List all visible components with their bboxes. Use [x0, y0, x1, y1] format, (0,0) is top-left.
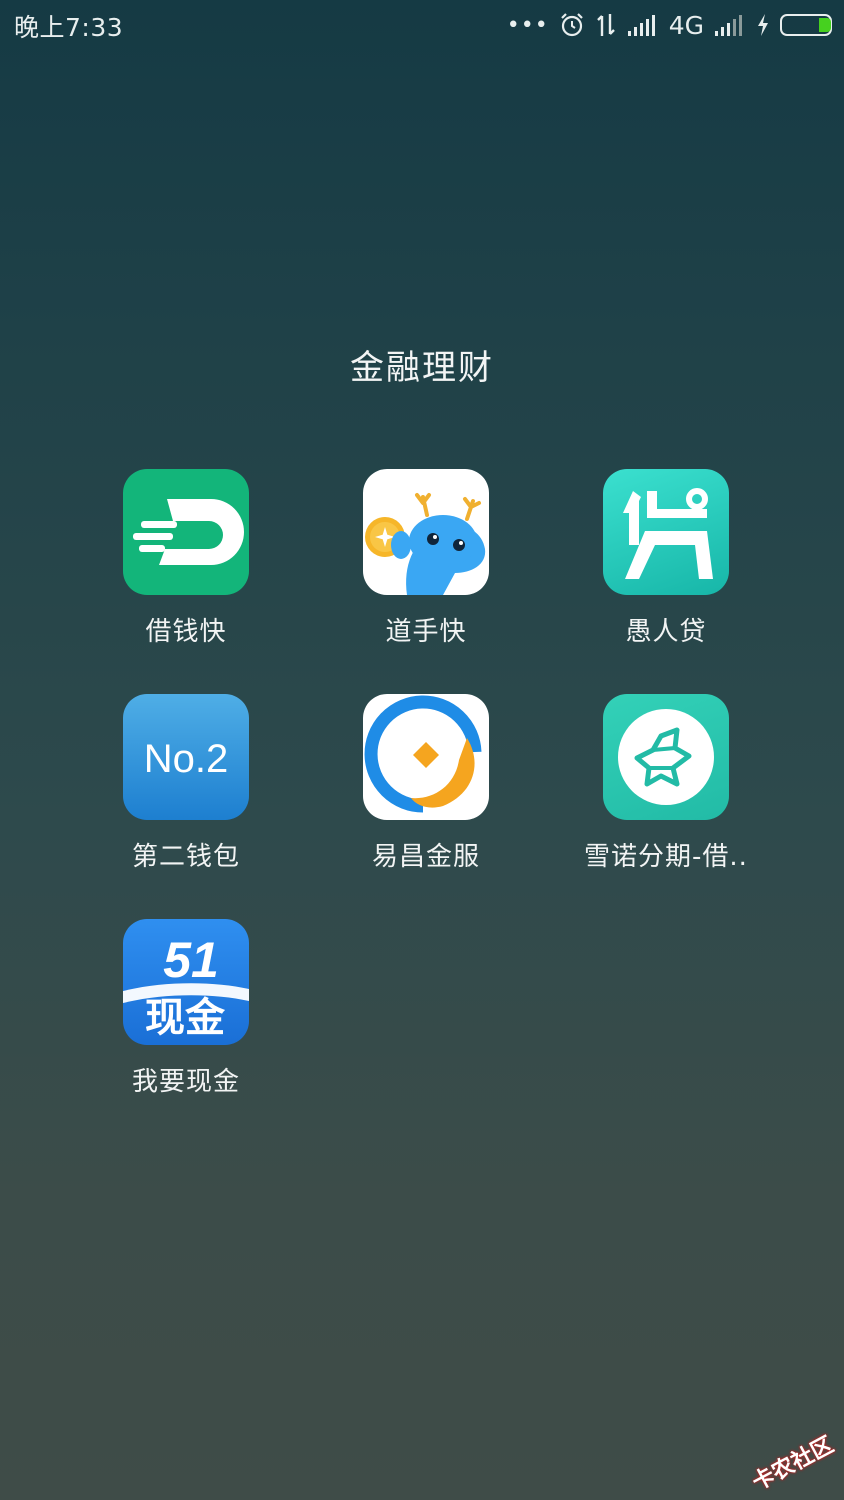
folder-title[interactable]: 金融理财	[0, 340, 844, 389]
app-yichangjinfu[interactable]: 易昌金服	[326, 694, 526, 873]
battery-icon	[780, 14, 832, 36]
charging-icon	[758, 14, 768, 36]
jieqiankuai-app-icon[interactable]	[123, 469, 249, 595]
app-label: 第二钱包	[131, 842, 240, 872]
watermark-logo: 卡农社区	[748, 1432, 838, 1496]
app-label: 易昌金服	[371, 842, 480, 872]
network-type: 4G	[668, 10, 704, 40]
app-label: 我要现金	[131, 1067, 240, 1097]
app-label: 道手快	[385, 617, 467, 647]
yurendai-app-icon[interactable]	[603, 469, 729, 595]
app-woyaoxianjin[interactable]: 51 现金 我要现金	[86, 919, 286, 1098]
app-label: 愚人贷	[625, 617, 707, 647]
status-bar: 晚上7:33 ••• 4G	[0, 0, 844, 50]
xuenuofenqi-app-icon[interactable]	[603, 694, 729, 820]
yichangjinfu-app-icon[interactable]	[363, 694, 489, 820]
daoshoukuai-app-icon[interactable]	[363, 469, 489, 595]
alarm-icon	[560, 13, 583, 37]
data-transfer-icon	[596, 14, 615, 36]
icon-cash-text: 现金	[145, 995, 226, 1041]
dierqianbao-app-icon[interactable]: No.2	[123, 694, 249, 820]
app-yurendai[interactable]: 愚人贷	[566, 469, 766, 648]
app-label: 借钱快	[145, 617, 227, 647]
signal-weak-icon	[715, 15, 742, 36]
status-time: 晚上7:33	[14, 13, 124, 42]
icon-51-text: 51	[163, 932, 219, 988]
app-dierqianbao[interactable]: No.2 第二钱包	[86, 694, 286, 873]
app-xuenuofenqi[interactable]: 雪诺分期-借..	[566, 694, 766, 873]
no2-text: No.2	[144, 737, 229, 781]
woyaoxianjin-app-icon[interactable]: 51 现金	[123, 919, 249, 1045]
more-notifications-icon: •••	[506, 13, 549, 38]
app-label: 雪诺分期-借..	[584, 842, 748, 872]
app-daoshoukuai[interactable]: 道手快	[326, 469, 526, 648]
signal-strength-icon	[627, 15, 655, 36]
app-jieqiankuai[interactable]: 借钱快	[86, 469, 286, 648]
status-icons: ••• 4G	[507, 8, 832, 42]
